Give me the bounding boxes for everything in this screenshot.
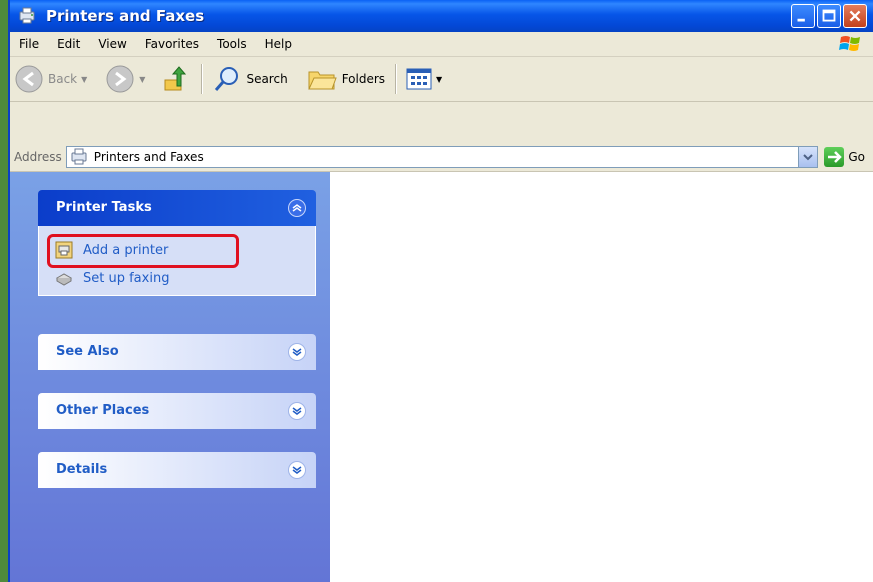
printer-tasks-panel: Printer Tasks Add a printer Set up faxin… <box>38 190 316 296</box>
folders-label: Folders <box>341 72 386 86</box>
menu-tools[interactable]: Tools <box>208 37 256 51</box>
printers-folder-icon <box>71 148 87 165</box>
see-also-header[interactable]: See Also <box>38 334 316 370</box>
maximize-button[interactable] <box>817 4 841 28</box>
expand-chevron-icon[interactable] <box>288 402 306 420</box>
other-places-panel: Other Places <box>38 393 316 429</box>
back-arrow-icon <box>15 65 43 93</box>
details-header[interactable]: Details <box>38 452 316 488</box>
details-title: Details <box>56 462 108 477</box>
explorer-window: Printers and Faxes File Edit View Favori… <box>8 0 873 582</box>
forward-arrow-icon <box>106 65 134 93</box>
close-button[interactable] <box>843 4 867 28</box>
toolbar-separator <box>395 64 397 94</box>
printer-tasks-body: Add a printer Set up faxing <box>38 226 316 296</box>
folders-icon <box>307 71 337 90</box>
window-controls <box>791 4 867 28</box>
printer-tasks-title: Printer Tasks <box>56 200 152 215</box>
forward-button[interactable]: ▼ <box>101 61 149 97</box>
toolbar-separator <box>201 64 203 94</box>
fax-icon <box>55 273 73 286</box>
address-input[interactable]: Printers and Faxes <box>65 146 819 168</box>
expand-chevron-icon[interactable] <box>288 461 306 479</box>
views-dropdown-icon[interactable]: ▼ <box>436 75 442 84</box>
go-label: Go <box>848 150 865 164</box>
address-bar: Address Printers and Faxes Go <box>10 143 873 172</box>
folders-button[interactable]: Folders <box>302 61 389 97</box>
menu-view[interactable]: View <box>89 37 135 51</box>
address-label: Address <box>14 150 62 164</box>
go-arrow-icon <box>824 147 845 167</box>
task-pane: Printer Tasks Add a printer Set up faxin… <box>10 172 330 582</box>
expand-chevron-icon[interactable] <box>288 343 306 361</box>
back-button[interactable]: Back ▼ <box>10 61 91 97</box>
printer-tasks-header[interactable]: Printer Tasks <box>38 190 316 226</box>
up-arrow-folder-icon <box>164 66 187 91</box>
views-button[interactable]: ▼ <box>402 61 446 97</box>
forward-dropdown-icon[interactable]: ▼ <box>139 75 145 84</box>
menu-help[interactable]: Help <box>256 37 301 51</box>
set-up-faxing-task[interactable]: Set up faxing <box>55 268 169 288</box>
standard-toolbar: Back ▼ ▼ Search Folders ▼ <box>10 57 873 102</box>
menu-bar: File Edit View Favorites Tools Help <box>10 32 873 57</box>
minimize-button[interactable] <box>791 4 815 28</box>
up-folder-button[interactable] <box>157 61 195 97</box>
printers-folder-icon <box>18 6 38 26</box>
search-label: Search <box>246 72 288 86</box>
menu-edit[interactable]: Edit <box>48 37 89 51</box>
search-icon <box>215 67 239 91</box>
address-value: Printers and Faxes <box>93 150 204 164</box>
windows-logo-icon <box>837 34 865 54</box>
details-panel: Details <box>38 452 316 488</box>
title-bar[interactable]: Printers and Faxes <box>10 0 873 32</box>
content-area: Printer Tasks Add a printer Set up faxin… <box>10 172 873 582</box>
window-title: Printers and Faxes <box>46 7 205 25</box>
highlight-box <box>47 234 239 268</box>
address-dropdown-button[interactable] <box>798 147 818 167</box>
menu-file[interactable]: File <box>10 37 48 51</box>
search-button[interactable]: Search <box>208 61 291 97</box>
back-dropdown-icon[interactable]: ▼ <box>81 75 87 84</box>
other-places-title: Other Places <box>56 403 150 418</box>
collapse-chevron-icon[interactable] <box>288 199 306 217</box>
other-places-header[interactable]: Other Places <box>38 393 316 429</box>
views-icon <box>406 68 432 90</box>
see-also-panel: See Also <box>38 334 316 370</box>
go-button[interactable]: Go <box>824 147 865 167</box>
menu-favorites[interactable]: Favorites <box>136 37 208 51</box>
back-label: Back <box>48 72 78 86</box>
see-also-title: See Also <box>56 344 119 359</box>
set-up-faxing-label: Set up faxing <box>83 270 170 286</box>
file-list-area[interactable] <box>330 172 873 582</box>
